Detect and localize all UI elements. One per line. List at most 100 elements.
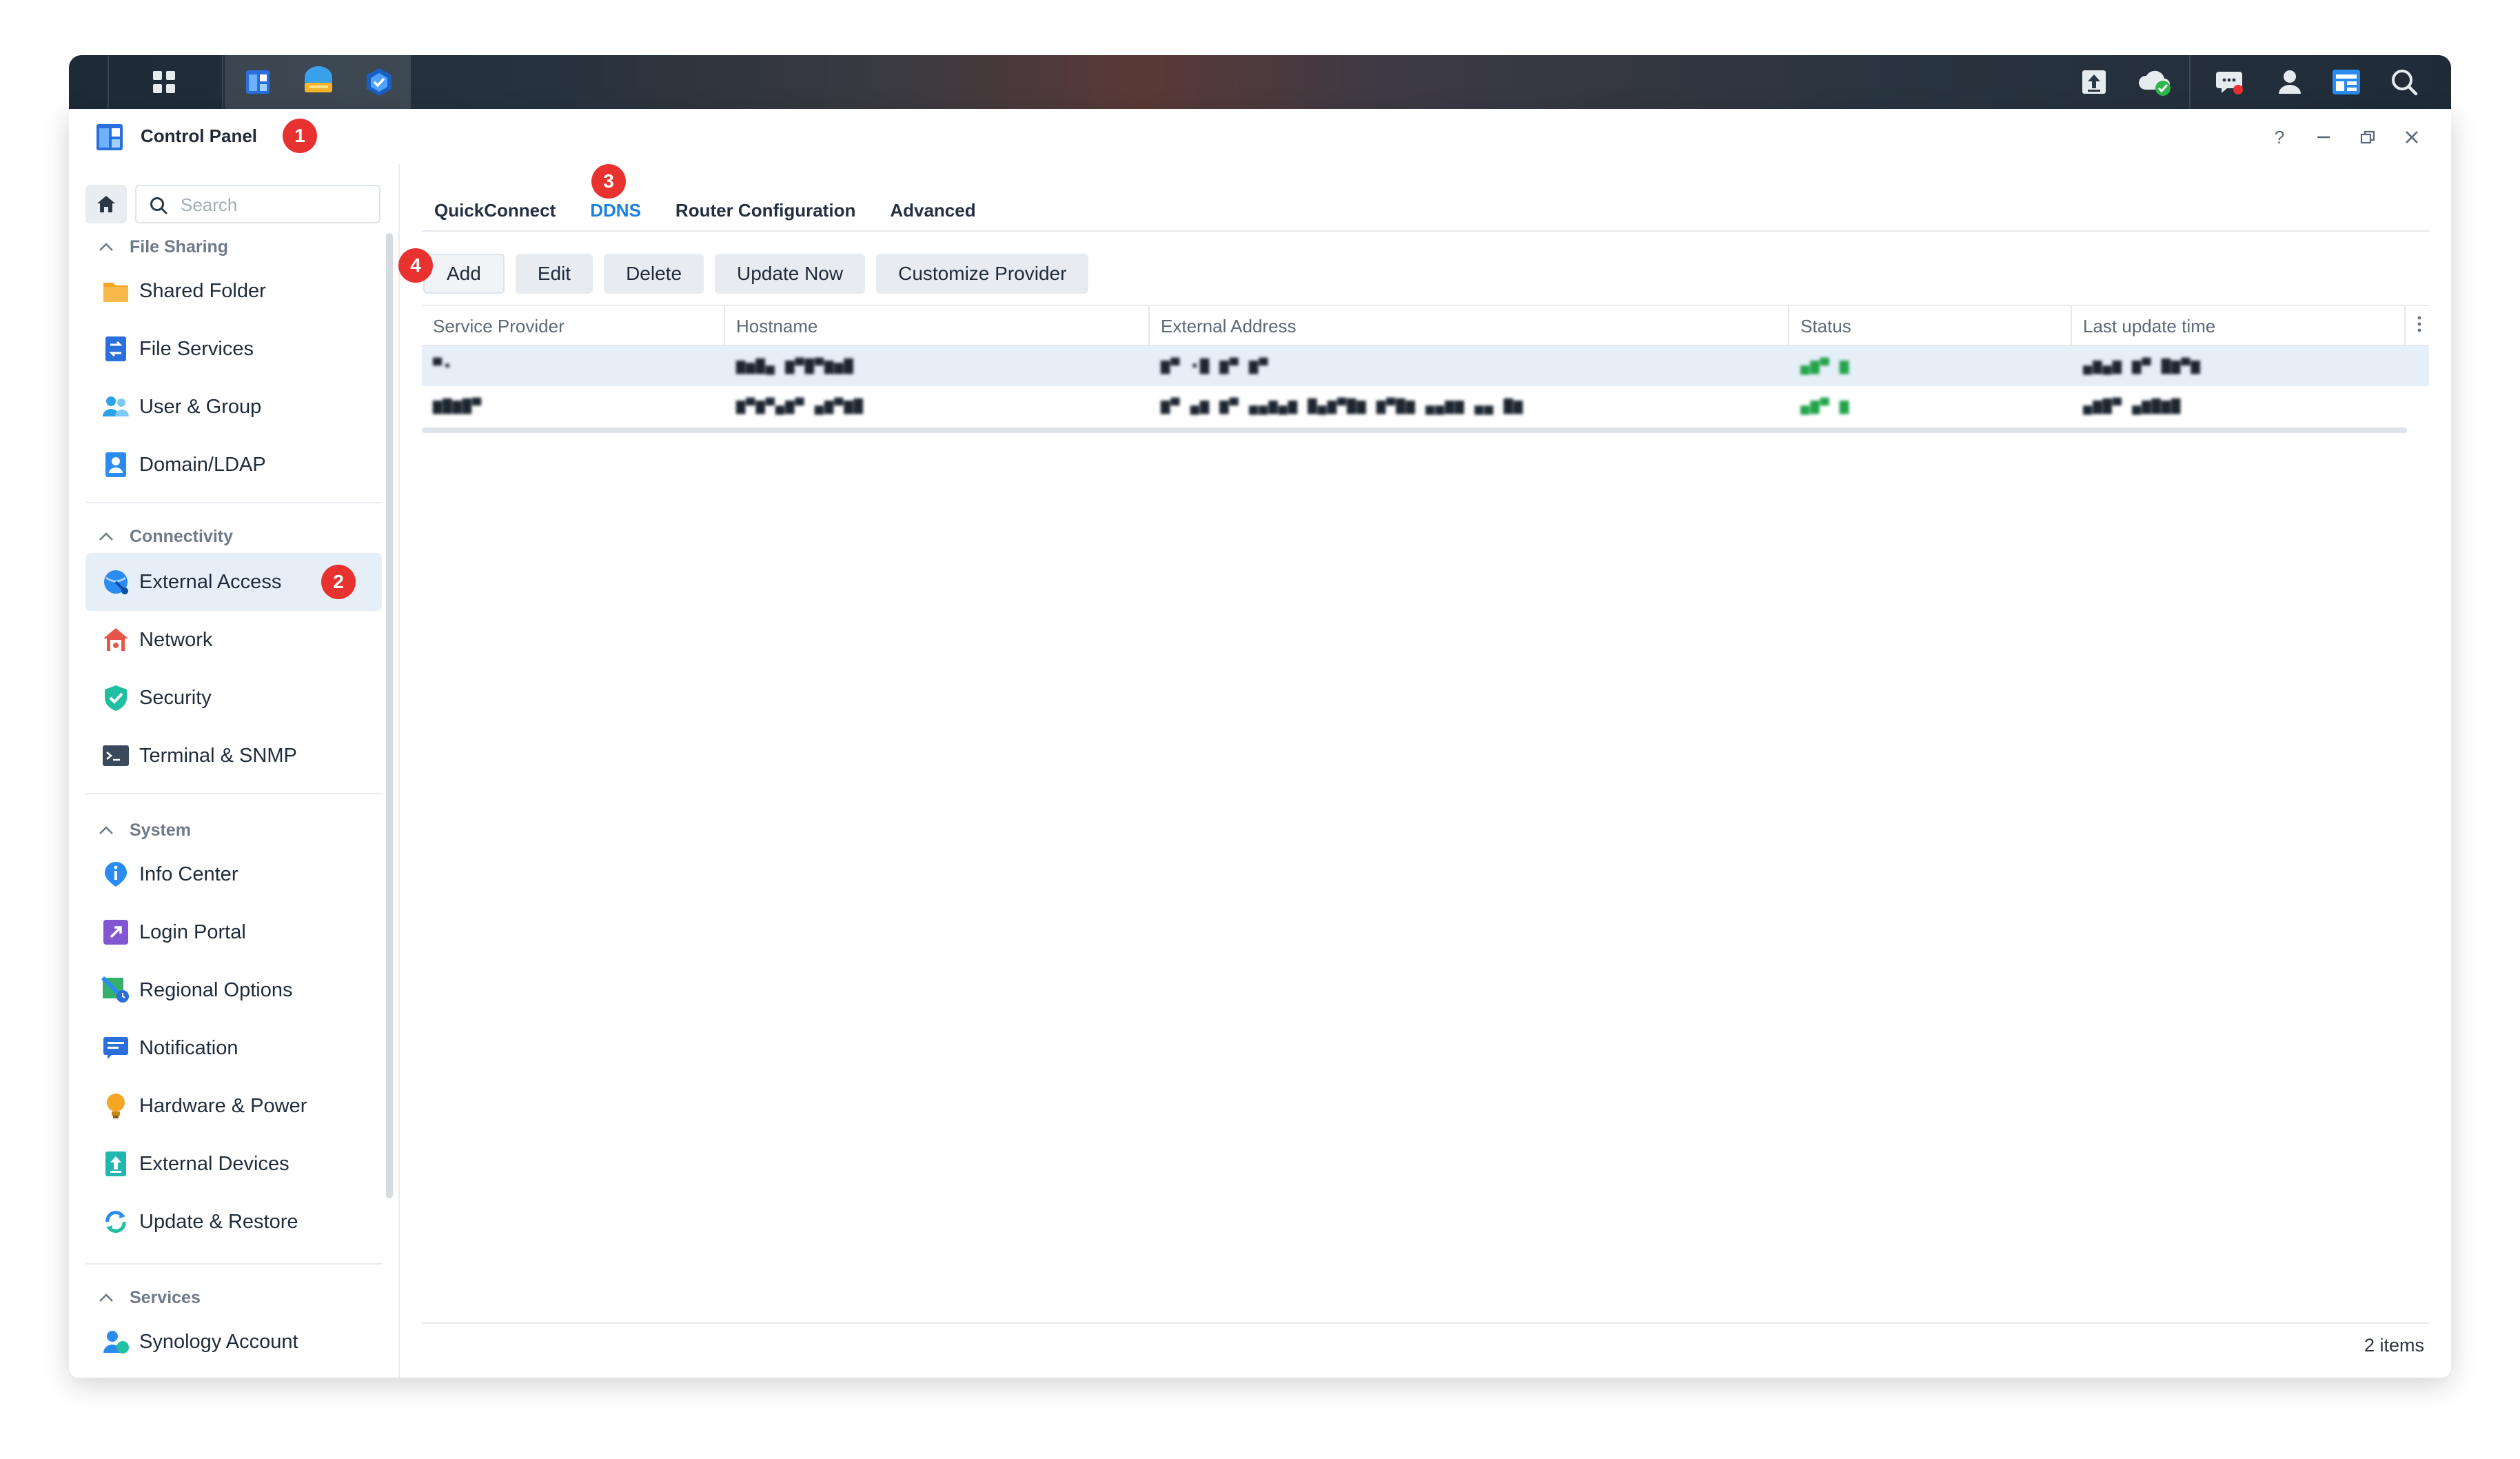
sidebar-item-label: Domain/LDAP: [139, 453, 266, 476]
file-station-icon[interactable]: [285, 55, 352, 109]
sidebar-item-domain-ldap[interactable]: Domain/LDAP: [85, 436, 382, 494]
column-header[interactable]: Status: [1789, 306, 2072, 346]
column-header[interactable]: Service Provider: [422, 306, 725, 346]
toolbar: Add Edit Delete Update Now Customize Pro…: [423, 254, 1099, 295]
window-header: Control Panel 1 ?: [69, 109, 2451, 164]
sidebar-item-label: External Devices: [139, 1152, 289, 1175]
tab-quickconnect[interactable]: QuickConnect: [434, 188, 556, 229]
cell-value: ▄▆▄▆ ▆▀ ▇▆▀▆: [2083, 358, 2201, 375]
sidebar-item-hardware-power[interactable]: Hardware & Power: [85, 1077, 382, 1135]
cell-value: ▀▪: [433, 357, 453, 375]
sidebar-item-shared-folder[interactable]: Shared Folder: [85, 262, 382, 320]
info-icon: [101, 859, 131, 889]
sidebar-item-external-devices[interactable]: External Devices: [85, 1135, 382, 1193]
delete-button[interactable]: Delete: [604, 254, 704, 294]
cell-value: ▆▅▇▄ ▆▀▇▀▆▅▇: [736, 358, 854, 375]
add-button[interactable]: Add: [423, 254, 505, 294]
taskbar-divider: [108, 55, 109, 109]
table-cell: ▀▪: [422, 346, 725, 386]
chevron-up-icon: [92, 825, 120, 835]
taskbar: [69, 55, 2451, 109]
table-cell: ▆▇▆▇▀: [422, 386, 725, 426]
sidebar-item-info-center[interactable]: Info Center: [85, 845, 382, 903]
sidebar-nav: File Sharing Shared Folder File Services…: [69, 233, 400, 1378]
regional-options-icon: [101, 975, 131, 1005]
restore-button[interactable]: [2356, 125, 2379, 149]
tab-advanced[interactable]: Advanced: [890, 188, 975, 229]
search-icon: [149, 196, 168, 219]
widgets-icon[interactable]: [2313, 55, 2379, 109]
edit-button[interactable]: Edit: [515, 254, 593, 294]
search-icon[interactable]: [2371, 55, 2437, 109]
column-header[interactable]: External Address: [1150, 306, 1789, 346]
sidebar-item-label: Synology Account: [139, 1330, 298, 1353]
help-button[interactable]: ?: [2268, 125, 2291, 149]
column-header[interactable]: Hostname: [725, 306, 1150, 346]
table-row[interactable]: ▀▪ ▆▅▇▄ ▆▀▇▀▆▅▇ ▆▀ ▪▇ ▆▀ ▆▀ ▄▆▀ ▆ ▄▆▄▆ ▆…: [422, 346, 2429, 386]
horizontal-scrollbar[interactable]: [422, 427, 2407, 433]
customize-provider-button[interactable]: Customize Provider: [876, 254, 1089, 294]
home-button[interactable]: [85, 185, 127, 223]
section-system[interactable]: System: [85, 816, 375, 844]
annotation-badge-4: 4: [398, 248, 433, 283]
sidebar-scrollbar[interactable]: [386, 233, 393, 1198]
sidebar-item-file-services[interactable]: File Services: [85, 320, 382, 378]
chevron-up-icon: [92, 242, 120, 252]
table-cell: ▆▀▆▀▄▆▀ ▄▆▀▆▇: [725, 386, 1150, 426]
network-icon: [101, 625, 131, 655]
update-now-button[interactable]: Update Now: [715, 254, 866, 294]
table-cell: ▄▆▀ ▆: [1789, 346, 2072, 386]
sidebar-item-label: Hardware & Power: [139, 1094, 307, 1117]
table-cell: ▄▆▇▀ ▄▆▇▆▇: [2072, 386, 2406, 426]
table-header: Service Provider Hostname External Addre…: [422, 305, 2429, 346]
domain-ldap-icon: [101, 450, 131, 480]
notifications-icon[interactable]: [2196, 55, 2262, 109]
section-divider: [85, 793, 382, 794]
sidebar-item-regional-options[interactable]: Regional Options: [85, 961, 382, 1019]
chevron-up-icon: [92, 532, 120, 541]
sidebar-item-update-restore[interactable]: Update & Restore: [85, 1193, 382, 1251]
table-cell: ▄▆▀ ▆: [1789, 386, 2072, 426]
sidebar-item-label: User & Group: [139, 395, 262, 418]
close-button[interactable]: [2400, 125, 2424, 149]
security-advisor-icon[interactable]: [346, 55, 412, 109]
apps-grid-icon[interactable]: [131, 55, 197, 109]
sidebar-item-login-portal[interactable]: Login Portal: [85, 903, 382, 961]
table-row[interactable]: ▆▇▆▇▀ ▆▀▆▀▄▆▀ ▄▆▀▆▇ ▆▀ ▄▆ ▆▀ ▄▄▆▄▆ ▇▄▆▀▇…: [422, 386, 2429, 426]
update-restore-icon: [101, 1207, 131, 1237]
sidebar-item-terminal-snmp[interactable]: Terminal & SNMP: [85, 727, 382, 785]
sidebar-item-label: File Services: [139, 337, 254, 360]
search-input[interactable]: [179, 192, 372, 218]
annotation-badge-3: 3: [591, 164, 626, 199]
table-cell: ▆▀ ▄▆ ▆▀ ▄▄▆▄▆ ▇▄▆▀▇▆ ▆▀▇▆ ▄▄▆▆ ▄▄ ▇▆: [1150, 386, 1789, 426]
section-title: System: [130, 820, 191, 840]
section-connectivity[interactable]: Connectivity: [85, 523, 375, 550]
upload-icon[interactable]: [2061, 55, 2127, 109]
sidebar-item-label: Terminal & SNMP: [139, 744, 297, 767]
cloud-sync-icon[interactable]: [2122, 55, 2188, 109]
external-devices-icon: [101, 1149, 131, 1179]
sidebar-item-notification[interactable]: Notification: [85, 1019, 382, 1077]
column-header[interactable]: Last update time: [2072, 306, 2406, 346]
window-title: Control Panel: [141, 125, 258, 146]
section-divider: [85, 1263, 382, 1265]
sidebar-item-label: Update & Restore: [139, 1210, 298, 1233]
cell-value: ▄▆▇▀ ▄▆▇▆▇: [2083, 398, 2182, 415]
sidebar-item-security[interactable]: Security: [85, 669, 382, 727]
sidebar-item-user-group[interactable]: User & Group: [85, 378, 382, 436]
sidebar-item-external-access[interactable]: External Access 2: [85, 553, 382, 611]
file-services-icon: [101, 334, 131, 364]
minimize-button[interactable]: [2312, 125, 2335, 149]
tab-router-configuration[interactable]: Router Configuration: [675, 188, 855, 229]
cell-value: ▄▆▀ ▆: [1800, 398, 1850, 415]
sidebar-item-synology-account[interactable]: Synology Account: [85, 1313, 382, 1371]
column-menu-icon[interactable]: [2417, 314, 2422, 339]
control-panel-icon[interactable]: [225, 55, 291, 109]
section-file-sharing[interactable]: File Sharing: [85, 233, 375, 261]
lightbulb-icon: [101, 1091, 131, 1121]
sidebar-item-network[interactable]: Network: [85, 611, 382, 669]
section-services[interactable]: Services: [85, 1284, 375, 1311]
synology-account-icon: [101, 1327, 131, 1357]
item-count: 2 items: [2364, 1335, 2425, 1356]
shield-icon: [101, 683, 131, 713]
